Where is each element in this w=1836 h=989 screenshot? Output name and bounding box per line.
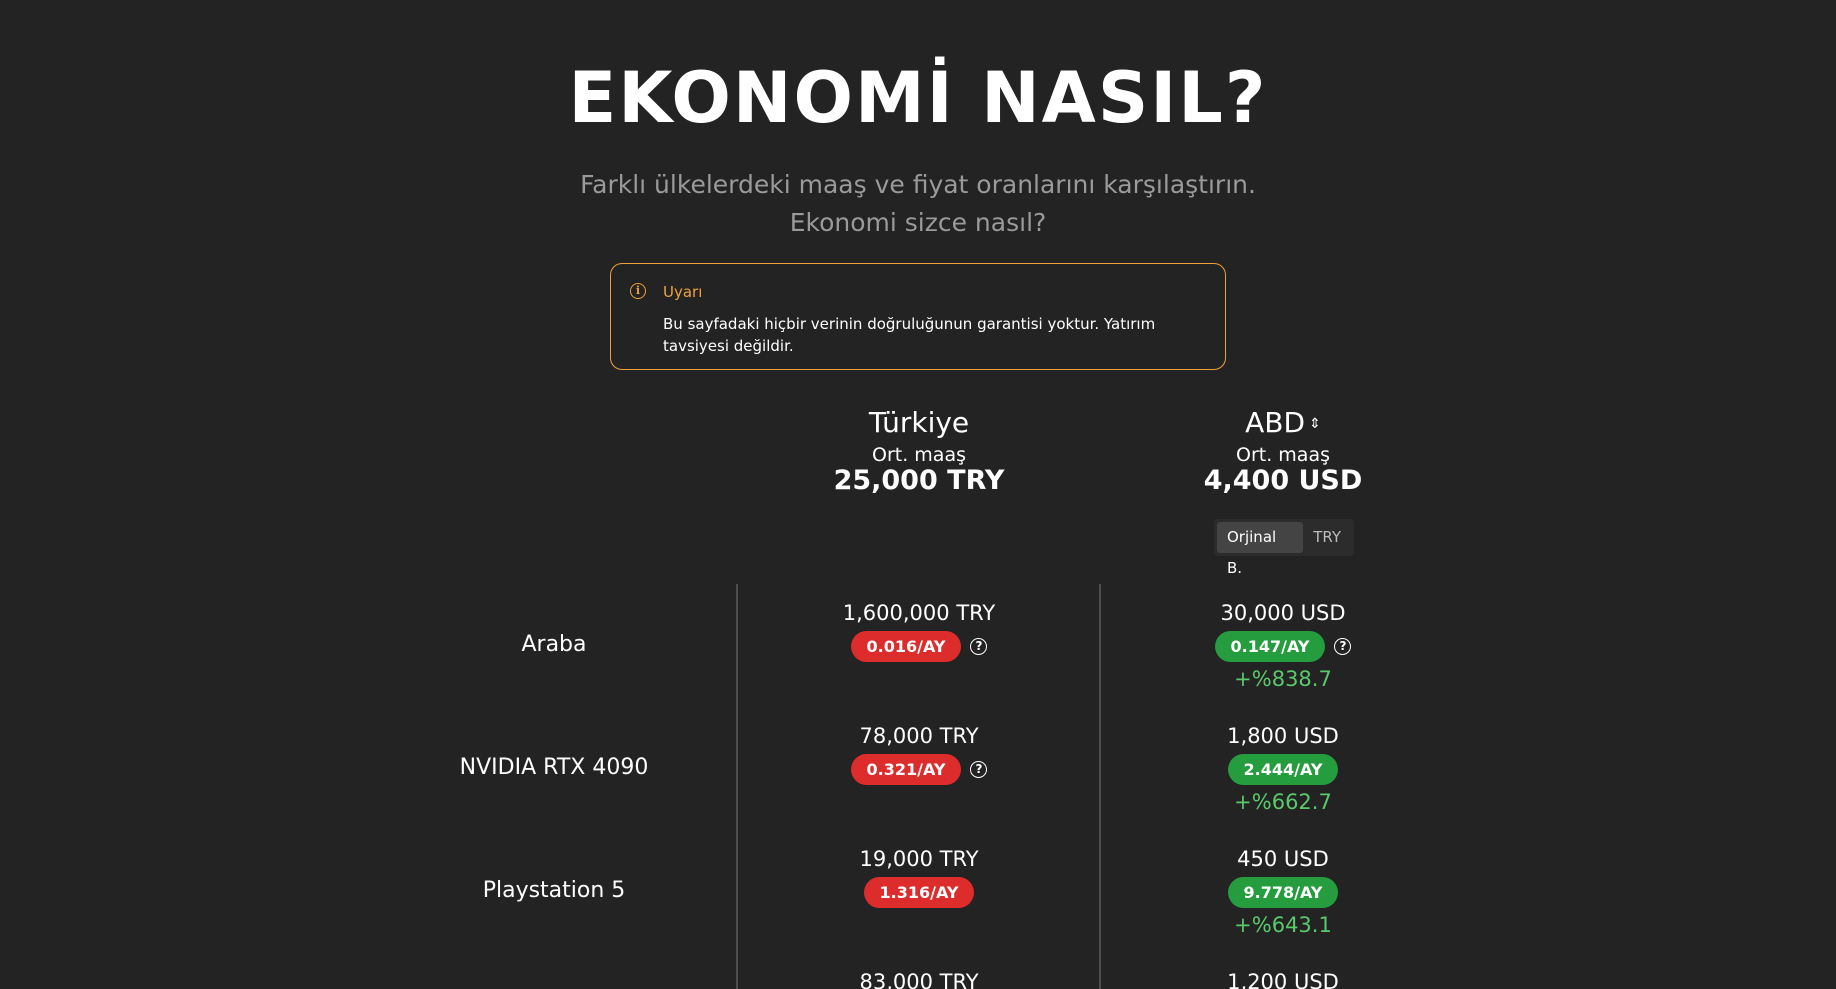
salary-label: Ort. maaş [1236, 444, 1330, 466]
ratio-row: 9.778/AY [1123, 877, 1443, 908]
help-icon[interactable]: ? [970, 638, 988, 655]
salary-value: 4,400 USD [1203, 465, 1363, 496]
warning-title: Uyarı [663, 283, 703, 301]
info-icon: i [630, 283, 646, 299]
price: 19,000 TRY [859, 847, 979, 871]
price: 1,600,000 TRY [842, 601, 996, 625]
percent-difference: +%838.7 [1234, 667, 1332, 691]
ratio-row: 0.016/AY ? [759, 631, 1079, 662]
country-header-turkiye: Türkiye Ort. maaş 25,000 TRY [759, 406, 1079, 496]
ratio-row: 0.147/AY ? [1123, 631, 1443, 662]
price-cell-abd: 1,200 USD [1123, 969, 1443, 989]
warning-box: i Uyarı Bu sayfadaki hiçbir verinin doğr… [610, 263, 1226, 370]
help-icon[interactable]: ? [1334, 638, 1352, 655]
column-divider [1099, 584, 1101, 989]
page-title: EKONOMİ NASIL? [568, 57, 1268, 139]
price: 30,000 USD [1220, 601, 1346, 625]
column-divider [736, 584, 738, 989]
price-cell-turkiye: 1,600,000 TRY 0.016/AY ? [759, 600, 1079, 662]
price: 83,000 TRY [859, 970, 979, 989]
toggle-original-currency[interactable]: Orjinal B. [1217, 522, 1304, 577]
price-cell-turkiye: 78,000 TRY 0.321/AY ? [759, 723, 1079, 785]
price-cell-turkiye: 19,000 TRY 1.316/AY [759, 846, 1079, 908]
item-name: Playstation 5 [482, 878, 626, 903]
price: 1,200 USD [1227, 970, 1339, 989]
ratio-row: 0.321/AY ? [759, 754, 1079, 785]
item-name: Araba [521, 632, 587, 657]
ratio-badge: 0.016/AY [850, 631, 962, 662]
salary-value: 25,000 TRY [833, 465, 1005, 496]
ratio-badge: 2.444/AY [1227, 754, 1339, 785]
country-header-abd: ABD ⇕ Ort. maaş 4,400 USD [1123, 406, 1443, 496]
price: 450 USD [1237, 847, 1329, 871]
ratio-badge: 9.778/AY [1227, 877, 1339, 908]
percent-difference: +%643.1 [1234, 913, 1332, 937]
toggle-try[interactable]: TRY [1303, 522, 1351, 553]
item-name: NVIDIA RTX 4090 [459, 755, 649, 780]
country-selector[interactable]: ABD ⇕ [1123, 406, 1443, 440]
ratio-badge: 0.147/AY [1214, 631, 1326, 662]
price-cell-abd: 1,800 USD 2.444/AY +%662.7 [1123, 723, 1443, 815]
price-cell-abd: 30,000 USD 0.147/AY ? +%838.7 [1123, 600, 1443, 692]
price: 78,000 TRY [859, 724, 979, 748]
currency-toggle: Orjinal B. TRY [1214, 519, 1354, 577]
warning-text: Bu sayfadaki hiçbir verinin doğruluğunun… [663, 315, 1156, 355]
country-name: ABD [1245, 406, 1306, 439]
sort-icon[interactable]: ⇕ [1309, 417, 1321, 431]
ratio-row: 2.444/AY [1123, 754, 1443, 785]
page: EKONOMİ NASIL? Farklı ülkelerdeki maaş v… [0, 0, 1836, 989]
subtitle-line-1: Farklı ülkelerdeki maaş ve fiyat oranlar… [580, 170, 1256, 199]
price-cell-abd: 450 USD 9.778/AY +%643.1 [1123, 846, 1443, 938]
percent-difference: +%662.7 [1234, 790, 1332, 814]
country-name: Türkiye [868, 406, 970, 439]
help-icon[interactable]: ? [970, 761, 988, 778]
salary-label: Ort. maaş [872, 444, 966, 466]
page-subtitle: Farklı ülkelerdeki maaş ve fiyat oranlar… [0, 166, 1836, 242]
subtitle-line-2: Ekonomi sizce nasıl? [789, 208, 1047, 237]
ratio-badge: 0.321/AY [850, 754, 962, 785]
ratio-badge: 1.316/AY [863, 877, 975, 908]
price-cell-turkiye: 83,000 TRY [759, 969, 1079, 989]
price: 1,800 USD [1227, 724, 1339, 748]
ratio-row: 1.316/AY [759, 877, 1079, 908]
